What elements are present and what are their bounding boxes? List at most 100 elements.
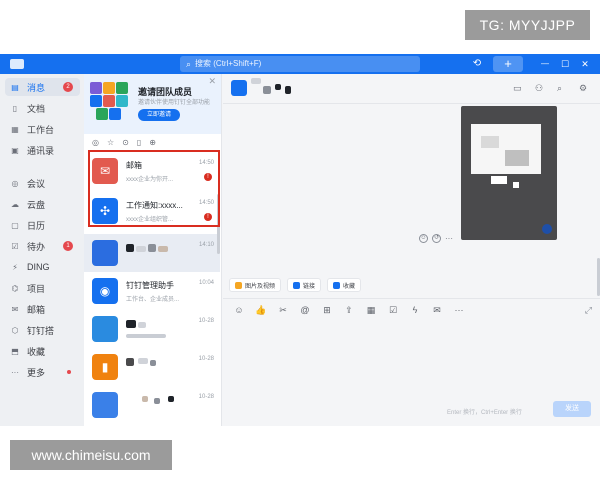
message-editor[interactable]: ☺ 👍 ✂ @ ⊞ ⇪ ▦ ☑ ϟ ✉ ··· ⤢ Enter 换行，Ctrl+Enter 换行 发… [223, 298, 600, 426]
conversation-preview: 工作台、企业成员... [126, 297, 180, 303]
nav-item-builder[interactable]: ⬡ 钉钉搭 [5, 321, 80, 339]
nav-item-project[interactable]: ⌬ 项目 [5, 279, 80, 297]
at-me-icon[interactable]: ◎ [92, 138, 99, 147]
nav-item-more[interactable]: ··· 更多 [5, 363, 80, 381]
send-button[interactable]: 发送 [553, 401, 591, 417]
nav-item-contacts[interactable]: ▣ 通讯录 [5, 141, 80, 159]
screenshot: TG: MYYJJPP ⌕ 搜索 (Ctrl+Shift+F) ⟲ + — ☐ … [0, 0, 600, 480]
add-person-icon[interactable]: ⚇ [535, 83, 543, 94]
quick-action-button[interactable]: 图片及视频 [229, 278, 282, 292]
emoji-reaction-icon[interactable]: ☺ [419, 234, 428, 243]
quick-action-label: 收藏 [343, 283, 356, 290]
nav-item-favorites[interactable]: ⬒ 收藏 [5, 342, 80, 360]
nav-item-label: 消息 [27, 82, 46, 93]
unread-filter-icon[interactable]: ⊙ [122, 138, 129, 147]
conversation-item[interactable]: ✣ 工作通知:xxxx... xxxx企业组织管... 14:50! [84, 192, 220, 230]
nav-item-label: 邮箱 [27, 304, 46, 315]
nav-item-label: 日历 [27, 220, 46, 231]
app-logo-icon [10, 59, 24, 69]
conversation-time: 14:50 [198, 200, 214, 206]
favorites-icon: ⬒ [11, 346, 19, 356]
plus-box-icon[interactable]: ⊞ [321, 305, 333, 316]
global-search-input[interactable]: ⌕ 搜索 (Ctrl+Shift+F) [180, 56, 420, 72]
maximize-button[interactable]: ☐ [558, 56, 572, 72]
nav-item-meeting[interactable]: ◎ 会议 [5, 174, 80, 192]
invite-now-button[interactable]: 立即邀请 [138, 109, 180, 121]
group-avatar-icon [92, 392, 118, 418]
lightning-icon[interactable]: ϟ [409, 305, 421, 316]
group-avatar-icon [92, 316, 118, 342]
message-icon: ▤ [11, 82, 19, 92]
check-icon[interactable]: ☑ [387, 305, 399, 316]
conversation-time: 10-28 [198, 318, 214, 324]
list-scrollbar[interactable] [217, 194, 220, 254]
folder-icon[interactable]: ▭ [513, 83, 522, 94]
upload-icon[interactable]: ⇪ [343, 305, 355, 316]
team-illustration-icon [90, 82, 128, 122]
nav-item-ding[interactable]: ⚡ DING [5, 258, 80, 276]
search-messages-icon[interactable]: ⌕ [557, 83, 562, 94]
group-avatar-icon [92, 240, 118, 266]
mail-icon[interactable]: ✉ [431, 305, 443, 316]
emoji-icon[interactable]: ☺ [233, 305, 245, 316]
star-icon[interactable]: ☆ [107, 138, 114, 147]
nav-item-label: 项目 [27, 283, 46, 294]
redacted-text [126, 334, 166, 338]
nav-item-label: 待办 [27, 241, 46, 252]
thumbs-up-icon[interactable]: 👍 [255, 305, 267, 316]
nav-item-label: 收藏 [27, 346, 46, 357]
nav-item-label: 钉钉搭 [27, 325, 55, 336]
nav-item-label: 会议 [27, 178, 46, 189]
scissors-icon[interactable]: ✂ [277, 305, 289, 316]
doc-filter-icon[interactable]: ▯ [137, 138, 141, 147]
banner-subtitle: 邀请伙伴使用钉钉全部功能 [138, 100, 211, 106]
mail-icon: ✉ [92, 158, 118, 184]
nav-item-label: 工作台 [27, 124, 55, 135]
conversation-item[interactable]: ◉ 钉钉管理助手 工作台、企业成员... 10:04 [84, 272, 220, 310]
nav-item-mail[interactable]: ✉ 邮箱 [5, 300, 80, 318]
banner-close-icon[interactable]: ✕ [208, 76, 216, 87]
unread-badge: ! [204, 213, 212, 221]
nav-item-workbench[interactable]: ▦ 工作台 [5, 120, 80, 138]
nav-item-message[interactable]: ▤ 消息 2 [5, 78, 80, 96]
conversation-item[interactable]: ✉ 邮箱 xxxx企业为你开... 14:50! [84, 152, 220, 190]
more-icon[interactable]: ··· [453, 305, 465, 316]
admin-assistant-icon: ◉ [92, 278, 118, 304]
redacted-text [138, 322, 146, 328]
mention-icon[interactable]: @ [299, 305, 311, 316]
history-icon[interactable]: ⟲ [470, 56, 484, 72]
nav-item-document[interactable]: ▯ 文档 [5, 99, 80, 117]
todo-icon: ☑ [11, 241, 19, 251]
redacted-text [154, 398, 160, 404]
conversation-item[interactable]: ▮ 10-28 [84, 348, 220, 386]
add-filter-icon[interactable]: ⊕ [149, 138, 156, 147]
nav-item-todo[interactable]: ☑ 待办 1 [5, 237, 80, 255]
ding-icon: ⚡ [12, 262, 18, 272]
conversation-name: 钉钉管理助手 [126, 281, 174, 290]
conversation-item[interactable]: 10-28 [84, 386, 220, 424]
reply-icon[interactable]: ↺ [432, 234, 441, 243]
more-actions-icon[interactable]: ··· [445, 234, 453, 243]
conversation-item[interactable]: xxxx企业10-29全员 [84, 424, 220, 426]
chat-avatar[interactable] [231, 80, 247, 96]
conversation-item[interactable]: 14:10 [84, 234, 220, 272]
quick-action-button[interactable]: 收藏 [327, 278, 362, 292]
conversation-item[interactable]: 10-28 [84, 310, 220, 348]
nav-item-cloud-drive[interactable]: ☁ 云盘 [5, 195, 80, 213]
nav-item-label: 通讯录 [27, 145, 55, 156]
schedule-icon[interactable]: ▦ [365, 305, 377, 316]
nav-item-label: 云盘 [27, 199, 46, 210]
expand-editor-icon[interactable]: ⤢ [585, 305, 592, 316]
minimize-button[interactable]: — [538, 56, 552, 72]
quick-action-button[interactable]: 链接 [287, 278, 322, 292]
image-message[interactable] [461, 106, 557, 240]
conversation-preview: xxxx企业为你开... [126, 177, 174, 183]
close-button[interactable]: ✕ [578, 56, 592, 72]
redacted-text [142, 396, 148, 402]
settings-icon[interactable]: ⚙ [579, 83, 587, 94]
new-plus-button[interactable]: + [493, 56, 523, 72]
conversation-name: 工作通知:xxxx... [126, 201, 183, 210]
meeting-icon: ◎ [11, 178, 19, 188]
chat-header: ▭ ⚇ ⌕ ⚙ [223, 74, 600, 104]
nav-item-calendar[interactable]: ▢ 日历 [5, 216, 80, 234]
